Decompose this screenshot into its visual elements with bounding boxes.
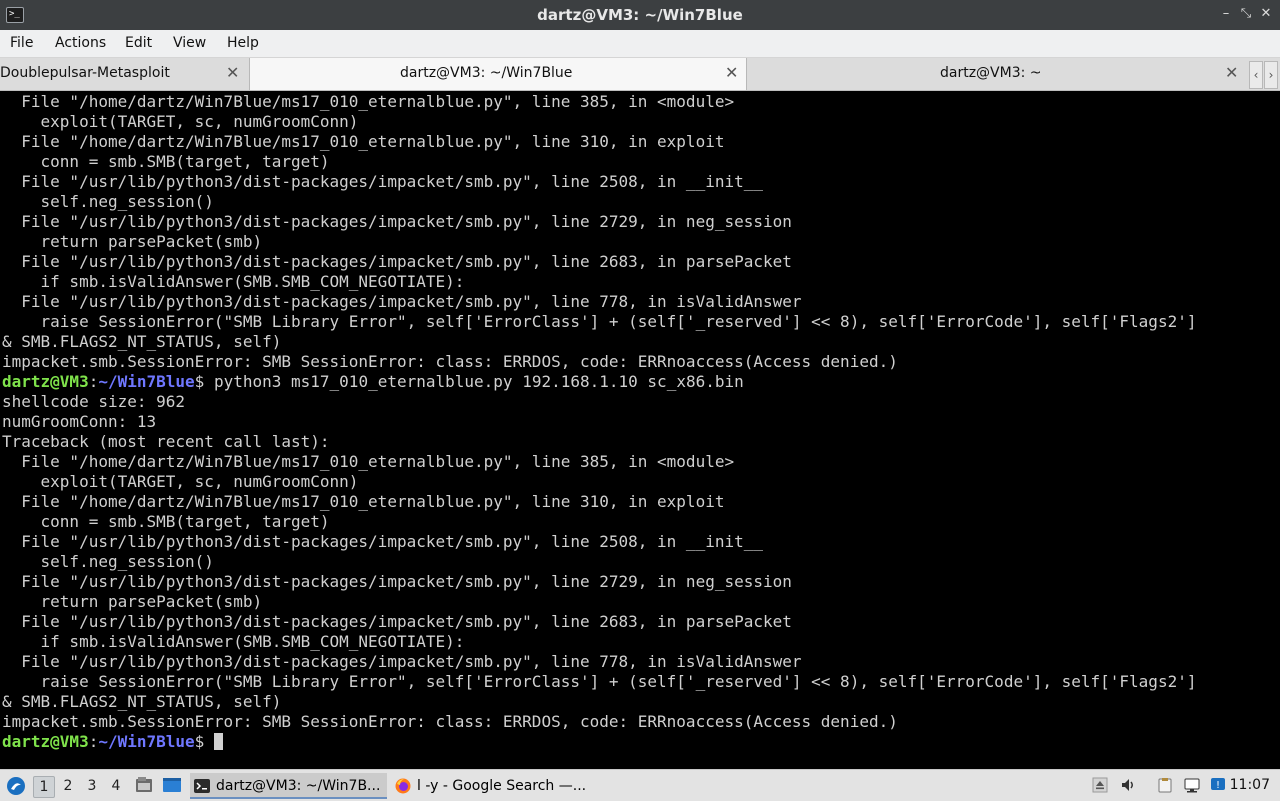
- lubuntu-logo-icon: [7, 777, 25, 795]
- terminal-line: Traceback (most recent call last):: [2, 432, 330, 451]
- maximize-button[interactable]: ⤡: [1238, 5, 1254, 23]
- workspace-3[interactable]: 3: [82, 776, 102, 796]
- tab-home[interactable]: dartz@VM3: ~ ✕: [747, 58, 1247, 90]
- task-label: dartz@VM3: ~/Win7B...: [216, 778, 381, 794]
- terminal-line: File "/usr/lib/python3/dist-packages/imp…: [2, 292, 802, 311]
- workspace-2[interactable]: 2: [58, 776, 78, 796]
- terminal-line: File "/usr/lib/python3/dist-packages/imp…: [2, 652, 802, 671]
- terminal-line: return parsePacket(smb): [2, 232, 263, 251]
- terminal-prompt-line[interactable]: dartz@VM3:~/Win7Blue$: [2, 732, 223, 752]
- terminal-line: File "/home/dartz/Win7Blue/ms17_010_eter…: [2, 92, 735, 111]
- tab-label: dartz@VM3: ~/Win7Blue: [400, 65, 573, 81]
- terminal-line: File "/usr/lib/python3/dist-packages/imp…: [2, 572, 792, 591]
- text-cursor: [213, 733, 223, 750]
- task-terminal[interactable]: dartz@VM3: ~/Win7B...: [190, 773, 387, 799]
- terminal-line: File "/usr/lib/python3/dist-packages/imp…: [2, 212, 792, 231]
- terminal-line: exploit(TARGET, sc, numGroomConn): [2, 472, 359, 491]
- file-manager-icon[interactable]: [135, 776, 153, 794]
- prompt-user: dartz@VM3: [2, 372, 89, 391]
- tab-label: Doublepulsar-Metasploit: [0, 65, 170, 81]
- terminal-line: if smb.isValidAnswer(SMB.SMB_COM_NEGOTIA…: [2, 272, 465, 291]
- menu-file[interactable]: File: [10, 35, 33, 51]
- terminal-line: conn = smb.SMB(target, target): [2, 152, 330, 171]
- tab-win7blue[interactable]: dartz@VM3: ~/Win7Blue ✕: [249, 58, 747, 90]
- prompt-symbol: $: [194, 372, 205, 391]
- tab-scroll-left-icon[interactable]: ‹: [1249, 61, 1263, 89]
- terminal-line: File "/usr/lib/python3/dist-packages/imp…: [2, 252, 792, 271]
- firefox-icon: [395, 778, 411, 794]
- terminal-output[interactable]: File "/home/dartz/Win7Blue/ms17_010_eter…: [0, 91, 1280, 766]
- minimize-button[interactable]: –: [1218, 5, 1234, 23]
- update-icon[interactable]: !: [1210, 777, 1226, 793]
- terminal-line: impacket.smb.SessionError: SMB SessionEr…: [2, 712, 898, 731]
- terminal-line: & SMB.FLAGS2_NT_STATUS, self): [2, 692, 282, 711]
- terminal-line: File "/usr/lib/python3/dist-packages/imp…: [2, 612, 792, 631]
- svg-text:!: !: [1216, 780, 1220, 791]
- terminal-line: numGroomConn: 13: [2, 412, 157, 431]
- terminal-line: raise SessionError("SMB Library Error", …: [2, 312, 1197, 331]
- menu-view[interactable]: View: [173, 35, 206, 51]
- clock[interactable]: 11:07: [1230, 777, 1270, 793]
- terminal-line: impacket.smb.SessionError: SMB SessionEr…: [2, 352, 898, 371]
- tab-close-icon[interactable]: ✕: [725, 63, 738, 82]
- taskbar: 1 2 3 4 dartz@VM3: ~/Win7B... l -y - Goo…: [0, 769, 1280, 801]
- terminal-line: File "/home/dartz/Win7Blue/ms17_010_eter…: [2, 492, 725, 511]
- terminal-line: if smb.isValidAnswer(SMB.SMB_COM_NEGOTIA…: [2, 632, 465, 651]
- prompt-path: ~/Win7Blue: [98, 372, 195, 391]
- terminal-line: self.neg_session(): [2, 192, 214, 211]
- terminal-icon: [194, 779, 210, 793]
- prompt-symbol: $: [194, 732, 205, 751]
- terminal-line: File "/home/dartz/Win7Blue/ms17_010_eter…: [2, 452, 735, 471]
- menu-bar: File Actions Edit View Help: [0, 30, 1280, 58]
- prompt-user: dartz@VM3: [2, 732, 89, 751]
- menu-edit[interactable]: Edit: [125, 35, 152, 51]
- terminal-command-line: dartz@VM3:~/Win7Blue$ python3 ms17_010_e…: [2, 372, 744, 392]
- workspace-4[interactable]: 4: [106, 776, 126, 796]
- terminal-line: & SMB.FLAGS2_NT_STATUS, self): [2, 332, 282, 351]
- prompt-separator: :: [88, 732, 99, 751]
- show-desktop-icon[interactable]: [162, 776, 182, 794]
- terminal-line: File "/usr/lib/python3/dist-packages/imp…: [2, 532, 763, 551]
- menu-actions[interactable]: Actions: [55, 35, 106, 51]
- terminal-line: File "/home/dartz/Win7Blue/ms17_010_eter…: [2, 132, 725, 151]
- eject-icon[interactable]: [1092, 777, 1108, 793]
- tab-close-icon[interactable]: ✕: [1225, 63, 1238, 82]
- menu-help[interactable]: Help: [227, 35, 259, 51]
- terminal-line: conn = smb.SMB(target, target): [2, 512, 330, 531]
- volume-icon[interactable]: [1120, 777, 1136, 793]
- window-titlebar: >_ dartz@VM3: ~/Win7Blue – ⤡ ✕: [0, 0, 1280, 30]
- tab-close-icon[interactable]: ✕: [226, 63, 239, 82]
- terminal-line: self.neg_session(): [2, 552, 214, 571]
- tab-doublepulsar[interactable]: Doublepulsar-Metasploit ✕: [0, 58, 249, 90]
- terminal-command: python3 ms17_010_eternalblue.py 192.168.…: [204, 372, 744, 391]
- terminal-line: File "/usr/lib/python3/dist-packages/imp…: [2, 172, 763, 191]
- window-title: dartz@VM3: ~/Win7Blue: [537, 6, 743, 24]
- workspace-1[interactable]: 1: [33, 776, 55, 798]
- prompt-path: ~/Win7Blue: [98, 732, 195, 751]
- task-firefox[interactable]: l -y - Google Search —...: [391, 773, 591, 799]
- prompt-separator: :: [88, 372, 99, 391]
- task-label: l -y - Google Search —...: [417, 778, 587, 794]
- terminal-line: raise SessionError("SMB Library Error", …: [2, 672, 1197, 691]
- terminal-line: exploit(TARGET, sc, numGroomConn): [2, 112, 359, 131]
- start-menu-button[interactable]: [6, 770, 28, 801]
- close-button[interactable]: ✕: [1258, 5, 1274, 23]
- terminal-line: shellcode size: 962: [2, 392, 186, 411]
- clipboard-icon[interactable]: [1157, 777, 1173, 793]
- tab-bar: Doublepulsar-Metasploit ✕ dartz@VM3: ~/W…: [0, 58, 1280, 91]
- tab-scroll-right-icon[interactable]: ›: [1264, 61, 1278, 89]
- tab-label: dartz@VM3: ~: [940, 65, 1042, 81]
- terminal-line: return parsePacket(smb): [2, 592, 263, 611]
- network-icon[interactable]: [1184, 777, 1200, 793]
